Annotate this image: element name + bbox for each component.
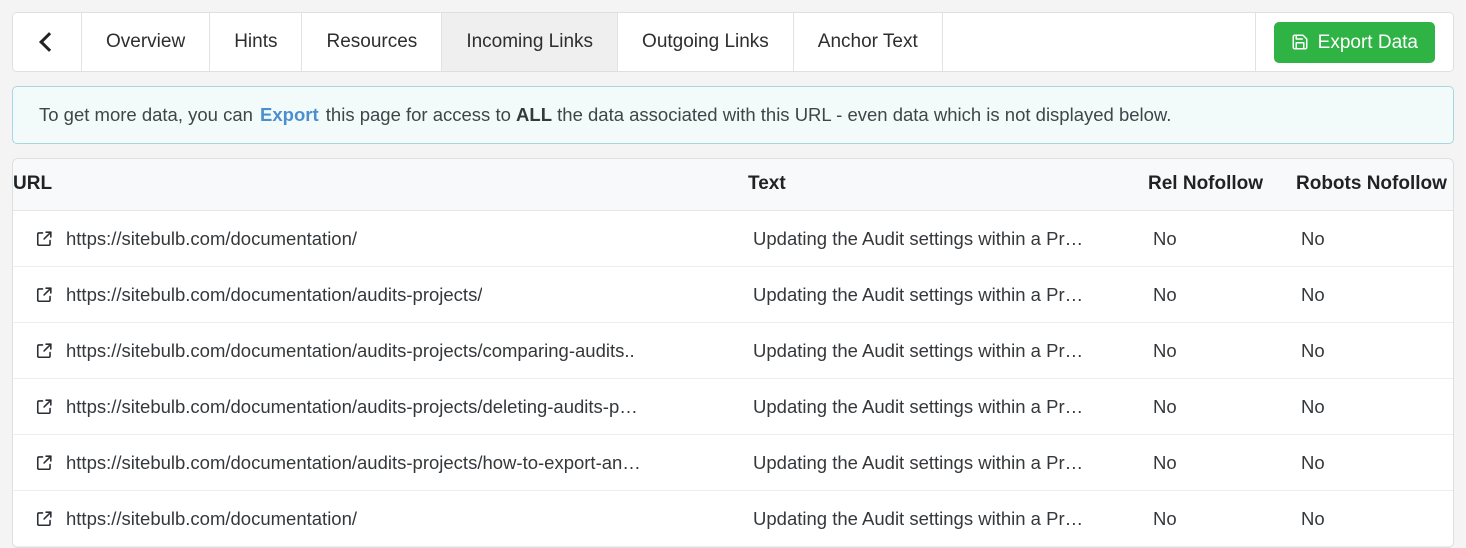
table-row[interactable]: https://sitebulb.com/documentation/audit…	[13, 323, 1454, 379]
incoming-links-table-card: URL Text Rel Nofollow Robots Nofollow	[12, 158, 1454, 548]
link-text: Updating the Audit settings within a Pr…	[748, 284, 1148, 306]
tab-bar-spacer	[943, 13, 1256, 71]
url-text[interactable]: https://sitebulb.com/documentation/	[66, 508, 357, 530]
cell-url: https://sitebulb.com/documentation/	[13, 491, 748, 547]
external-link-icon[interactable]	[35, 397, 54, 416]
cell-rel-nofollow: No	[1148, 379, 1296, 435]
chevron-left-icon	[39, 32, 59, 52]
table-row[interactable]: https://sitebulb.com/documentation/audit…	[13, 379, 1454, 435]
robots-nofollow-value: No	[1296, 396, 1454, 418]
cell-robots-nofollow: No	[1296, 323, 1454, 379]
banner-export-link[interactable]: Export	[258, 104, 321, 126]
cell-rel-nofollow: No	[1148, 323, 1296, 379]
banner-text-after: the data associated with this URL - even…	[557, 104, 1171, 126]
cell-url: https://sitebulb.com/documentation/audit…	[13, 435, 748, 491]
url-text[interactable]: https://sitebulb.com/documentation/	[66, 228, 357, 250]
tab-resources[interactable]: Resources	[302, 13, 442, 71]
cell-rel-nofollow: No	[1148, 491, 1296, 547]
tab-bar-actions: Export Data	[1256, 13, 1453, 71]
table-row[interactable]: https://sitebulb.com/documentation/ Upda…	[13, 491, 1454, 547]
export-data-button[interactable]: Export Data	[1274, 22, 1435, 63]
column-header-robots-nofollow[interactable]: Robots Nofollow	[1296, 159, 1454, 211]
robots-nofollow-value: No	[1296, 452, 1454, 474]
tab-label: Resources	[326, 31, 417, 53]
export-info-banner: To get more data, you can Export this pa…	[12, 86, 1454, 144]
tab-label: Hints	[234, 31, 277, 53]
external-link-icon[interactable]	[35, 229, 54, 248]
link-text: Updating the Audit settings within a Pr…	[748, 340, 1148, 362]
cell-text: Updating the Audit settings within a Pr…	[748, 491, 1148, 547]
cell-url: https://sitebulb.com/documentation/audit…	[13, 379, 748, 435]
robots-nofollow-value: No	[1296, 228, 1454, 250]
cell-rel-nofollow: No	[1148, 435, 1296, 491]
url-text[interactable]: https://sitebulb.com/documentation/audit…	[66, 340, 635, 362]
table-header-row: URL Text Rel Nofollow Robots Nofollow	[13, 159, 1454, 211]
cell-text: Updating the Audit settings within a Pr…	[748, 379, 1148, 435]
export-data-label: Export Data	[1318, 33, 1418, 52]
tab-label: Outgoing Links	[642, 31, 769, 53]
url-text[interactable]: https://sitebulb.com/documentation/audit…	[66, 284, 482, 306]
external-link-icon[interactable]	[35, 453, 54, 472]
cell-robots-nofollow: No	[1296, 491, 1454, 547]
tab-overview[interactable]: Overview	[82, 13, 210, 71]
tab-label: Incoming Links	[466, 31, 593, 53]
robots-nofollow-value: No	[1296, 284, 1454, 306]
banner-text-before: To get more data, you can	[39, 104, 253, 126]
cell-url: https://sitebulb.com/documentation/	[13, 211, 748, 267]
external-link-icon[interactable]	[35, 285, 54, 304]
tab-label: Anchor Text	[818, 31, 918, 53]
link-text: Updating the Audit settings within a Pr…	[748, 452, 1148, 474]
cell-rel-nofollow: No	[1148, 267, 1296, 323]
column-header-rel-nofollow[interactable]: Rel Nofollow	[1148, 159, 1296, 211]
tab-outgoing-links[interactable]: Outgoing Links	[618, 13, 794, 71]
tab-label: Overview	[106, 31, 185, 53]
link-text: Updating the Audit settings within a Pr…	[748, 396, 1148, 418]
column-header-url[interactable]: URL	[13, 159, 748, 211]
table-row[interactable]: https://sitebulb.com/documentation/audit…	[13, 435, 1454, 491]
cell-text: Updating the Audit settings within a Pr…	[748, 435, 1148, 491]
back-button[interactable]	[13, 13, 82, 71]
tab-incoming-links[interactable]: Incoming Links	[442, 13, 618, 71]
cell-text: Updating the Audit settings within a Pr…	[748, 211, 1148, 267]
cell-robots-nofollow: No	[1296, 435, 1454, 491]
cell-robots-nofollow: No	[1296, 267, 1454, 323]
column-header-text[interactable]: Text	[748, 159, 1148, 211]
cell-rel-nofollow: No	[1148, 211, 1296, 267]
cell-robots-nofollow: No	[1296, 379, 1454, 435]
table-row[interactable]: https://sitebulb.com/documentation/audit…	[13, 267, 1454, 323]
rel-nofollow-value: No	[1148, 508, 1296, 530]
tab-bar: Overview Hints Resources Incoming Links …	[12, 12, 1454, 72]
cell-robots-nofollow: No	[1296, 211, 1454, 267]
rel-nofollow-value: No	[1148, 452, 1296, 474]
cell-text: Updating the Audit settings within a Pr…	[748, 323, 1148, 379]
banner-text-middle: this page for access to	[326, 104, 511, 126]
save-icon	[1291, 33, 1309, 51]
link-text: Updating the Audit settings within a Pr…	[748, 508, 1148, 530]
rel-nofollow-value: No	[1148, 228, 1296, 250]
rel-nofollow-value: No	[1148, 340, 1296, 362]
cell-url: https://sitebulb.com/documentation/audit…	[13, 323, 748, 379]
table-head: URL Text Rel Nofollow Robots Nofollow	[13, 159, 1454, 211]
link-text: Updating the Audit settings within a Pr…	[748, 228, 1148, 250]
cell-text: Updating the Audit settings within a Pr…	[748, 267, 1148, 323]
rel-nofollow-value: No	[1148, 396, 1296, 418]
external-link-icon[interactable]	[35, 341, 54, 360]
tab-hints[interactable]: Hints	[210, 13, 302, 71]
incoming-links-table: URL Text Rel Nofollow Robots Nofollow	[13, 159, 1454, 547]
table-row[interactable]: https://sitebulb.com/documentation/ Upda…	[13, 211, 1454, 267]
robots-nofollow-value: No	[1296, 340, 1454, 362]
external-link-icon[interactable]	[35, 509, 54, 528]
tab-anchor-text[interactable]: Anchor Text	[794, 13, 943, 71]
robots-nofollow-value: No	[1296, 508, 1454, 530]
banner-strong-all: ALL	[516, 104, 552, 126]
table-body: https://sitebulb.com/documentation/ Upda…	[13, 211, 1454, 547]
url-text[interactable]: https://sitebulb.com/documentation/audit…	[66, 452, 641, 474]
url-text[interactable]: https://sitebulb.com/documentation/audit…	[66, 396, 638, 418]
cell-url: https://sitebulb.com/documentation/audit…	[13, 267, 748, 323]
rel-nofollow-value: No	[1148, 284, 1296, 306]
